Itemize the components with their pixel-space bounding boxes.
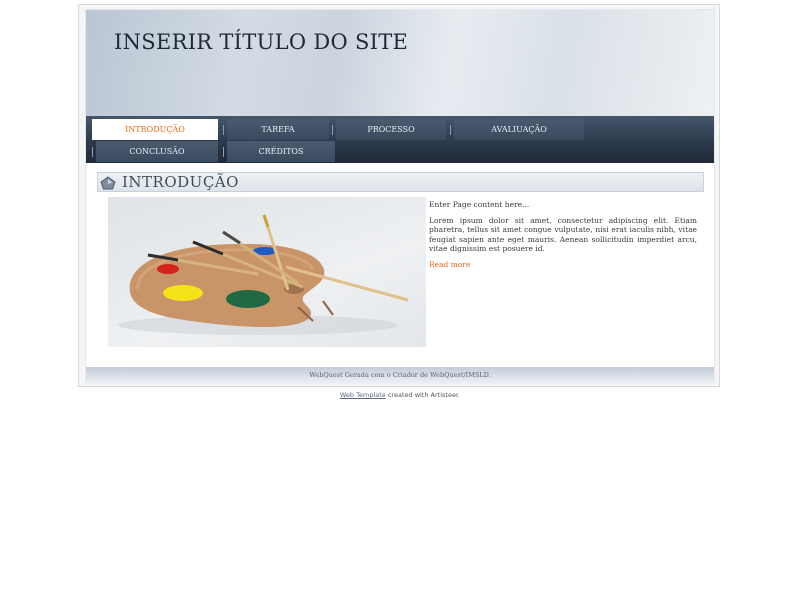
content-text: Enter Page content here... Lorem ipsum d… [429,200,697,275]
page-container: INSERIR TÍTULO DO SITE INTRODUÇÃO TAREFA… [85,9,715,384]
nav-separator [223,147,224,157]
site-title: INSERIR TÍTULO DO SITE [114,30,409,54]
main-nav: INTRODUÇÃO TAREFA PROCESSO AVALIUAÇÃO CO… [86,116,714,163]
content-paragraph: Enter Page content here... [429,200,530,209]
template-credit: Web Template created with Artisteer. [0,391,800,399]
nav-item-avaliacao[interactable]: AVALIUAÇÃO [454,119,584,140]
footer-text: WebQuest Gerada com o Criador de WebQues… [309,371,491,379]
nav-separator [223,125,224,135]
content-paragraph: Lorem ipsum dolor sit amet, consectetur … [429,215,697,254]
nav-item-tarefa[interactable]: TAREFA [227,119,329,140]
read-more-link[interactable]: Read more [429,260,470,270]
nav-item-conclusao[interactable]: CONCLUSÃO [96,141,218,162]
nav-separator [92,147,93,157]
nav-separator [450,125,451,135]
paint-palette-image [108,197,426,347]
section-title: INTRODUÇÃO [122,173,239,191]
site-footer: WebQuest Gerada com o Criador de WebQues… [86,367,714,384]
web-template-link[interactable]: Web Template [340,391,386,399]
nav-separator [332,125,333,135]
pentagon-icon [100,176,116,190]
nav-item-introducao[interactable]: INTRODUÇÃO [92,119,218,140]
page-frame: INSERIR TÍTULO DO SITE INTRODUÇÃO TAREFA… [78,4,720,387]
nav-item-processo[interactable]: PROCESSO [336,119,446,140]
content-title-bar: INTRODUÇÃO [97,172,704,192]
nav-item-creditos[interactable]: CRÉDITOS [227,141,335,162]
credit-text: created with Artisteer. [385,391,461,399]
site-header: INSERIR TÍTULO DO SITE [86,10,714,116]
